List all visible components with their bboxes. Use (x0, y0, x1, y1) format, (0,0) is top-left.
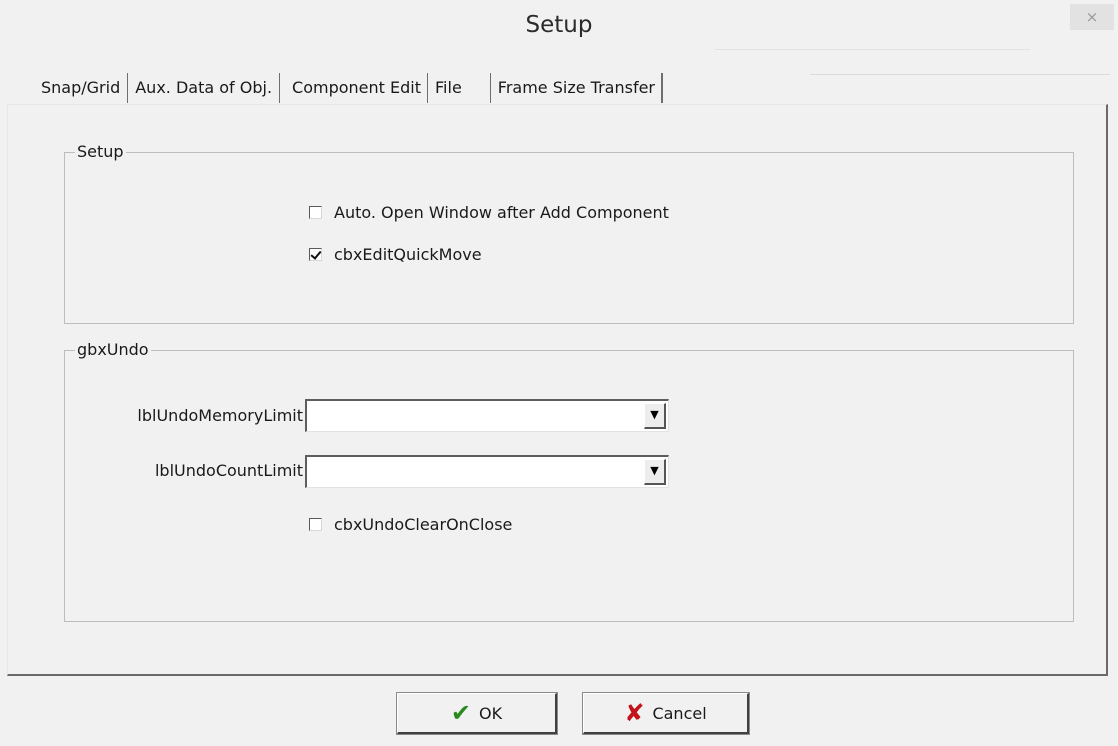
undo-memory-limit-combo[interactable]: ▼ (305, 399, 669, 432)
chevron-down-icon[interactable]: ▼ (644, 403, 666, 429)
edit-quick-move-label: cbxEditQuickMove (334, 245, 482, 264)
ok-button-label: OK (479, 703, 503, 723)
ok-button[interactable]: ✔ OK (396, 692, 558, 735)
tab-file[interactable]: File (428, 73, 491, 103)
close-button[interactable]: × (1070, 4, 1114, 30)
edit-quick-move-option[interactable]: cbxEditQuickMove (309, 245, 482, 264)
cancel-button[interactable]: ✘ Cancel (582, 692, 750, 735)
title-divider (715, 49, 1030, 50)
tab-strip-divider (810, 74, 1110, 75)
auto-open-window-option[interactable]: Auto. Open Window after Add Component (309, 203, 669, 222)
auto-open-window-checkbox[interactable] (309, 206, 322, 219)
chevron-down-icon[interactable]: ▼ (644, 459, 666, 485)
tab-component-edit[interactable]: Component Edit (280, 73, 429, 103)
setup-group-title: Setup (75, 142, 126, 161)
setup-groupbox: Setup Auto. Open Window after Add Compon… (64, 142, 1074, 324)
tab-page-component-edit: Setup Auto. Open Window after Add Compon… (7, 104, 1108, 676)
undo-clear-on-close-label: cbxUndoClearOnClose (334, 515, 513, 534)
tab-strip: Snap/Grid Aux. Data of Obj. Component Ed… (34, 72, 663, 104)
tab-snap-grid[interactable]: Snap/Grid (34, 73, 129, 103)
close-icon: × (1085, 8, 1099, 26)
undo-clear-on-close-option[interactable]: cbxUndoClearOnClose (309, 515, 512, 534)
undo-groupbox: gbxUndo lblUndoMemoryLimit ▼ lblUndoCoun… (64, 340, 1074, 622)
title-bar: Setup × (0, 0, 1118, 50)
cancel-button-label: Cancel (652, 703, 707, 723)
x-icon: ✘ (624, 699, 645, 727)
tab-frame-size-transfer[interactable]: Frame Size Transfer (491, 73, 663, 103)
undo-count-limit-label: lblUndoCountLimit (154, 461, 303, 480)
undo-group-title: gbxUndo (75, 340, 151, 359)
edit-quick-move-checkbox[interactable] (309, 248, 322, 261)
undo-count-limit-combo[interactable]: ▼ (305, 455, 669, 488)
auto-open-window-label: Auto. Open Window after Add Component (334, 203, 669, 222)
tab-aux-data[interactable]: Aux. Data of Obj. (128, 73, 281, 103)
check-icon: ✔ (450, 699, 471, 727)
undo-memory-limit-label: lblUndoMemoryLimit (137, 406, 303, 425)
undo-clear-on-close-checkbox[interactable] (309, 518, 322, 531)
setup-dialog: Setup × Snap/Grid Aux. Data of Obj. Comp… (0, 0, 1118, 746)
window-title: Setup (525, 12, 593, 38)
